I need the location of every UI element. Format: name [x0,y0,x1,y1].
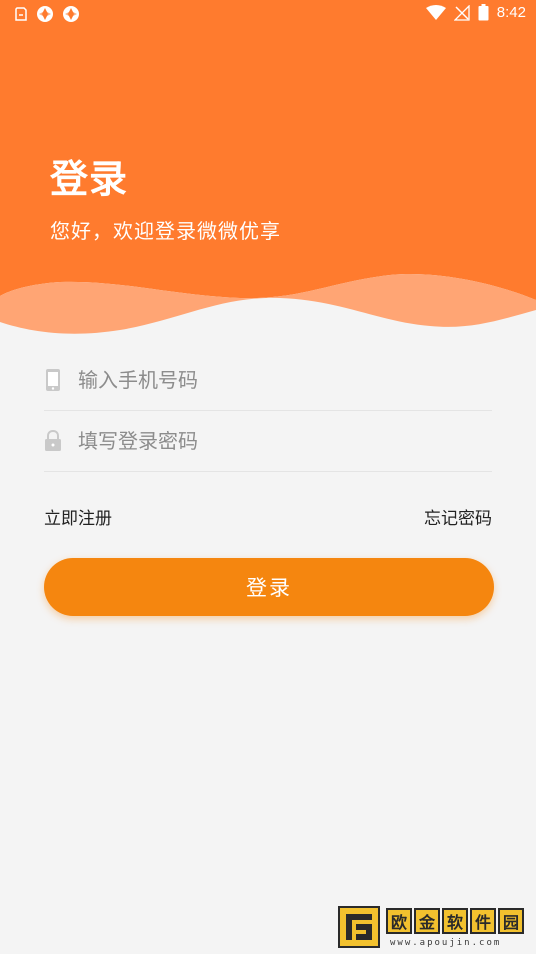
watermark-char: 件 [470,908,496,934]
phone-icon [44,368,62,392]
status-time: 8:42 [496,4,526,21]
sim-card-icon [15,7,27,21]
register-link[interactable]: 立即注册 [44,504,112,529]
watermark-char: 金 [414,908,440,934]
login-button[interactable]: 登录 [44,558,494,616]
watermark-text: 欧 金 软 件 园 [386,908,524,934]
forgot-password-link[interactable]: 忘记密码 [424,504,492,529]
no-signal-icon [453,4,470,21]
welcome-subtitle: 您好，欢迎登录微微优享 [50,219,281,243]
phone-field [44,350,492,411]
phone-input[interactable] [78,368,458,392]
password-field [44,411,492,472]
watermark: 欧 金 软 件 园 www.apoujin.com [338,906,530,952]
watermark-url: www.apoujin.com [390,938,502,948]
lock-icon [44,429,62,453]
watermark-char: 欧 [386,908,412,934]
app-notification-icon [63,6,79,22]
watermark-logo-icon [338,906,380,948]
wifi-icon [425,4,446,20]
page-title: 登录 [50,157,129,201]
password-input[interactable] [78,429,458,453]
app-notification-icon [37,6,53,22]
watermark-char: 软 [442,908,468,934]
battery-icon [478,4,489,21]
header: 8:42 登录 您好，欢迎登录微微优享 [0,0,536,340]
status-bar: 8:42 [0,0,536,30]
watermark-char: 园 [498,908,524,934]
